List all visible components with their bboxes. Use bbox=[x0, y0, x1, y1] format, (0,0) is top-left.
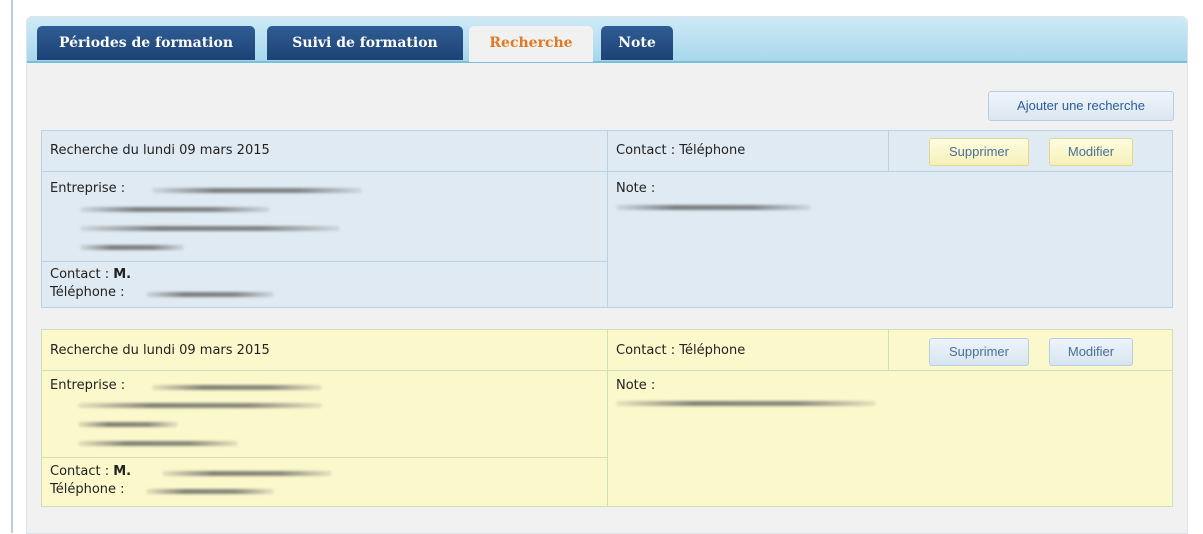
redacted-contact-name bbox=[162, 471, 332, 476]
phone-label: Téléphone : bbox=[50, 285, 125, 300]
contact-label: Contact : bbox=[50, 267, 110, 282]
column-divider bbox=[607, 131, 608, 307]
contact-name: M. bbox=[113, 267, 132, 282]
company-label: Entreprise : bbox=[50, 378, 126, 393]
edit-button[interactable]: Modifier bbox=[1049, 338, 1133, 366]
redacted-note-text bbox=[616, 401, 876, 406]
row-divider bbox=[42, 457, 607, 458]
redacted-phone-number bbox=[146, 292, 274, 297]
search-record-card: Recherche du lundi 09 mars 2015 Contact … bbox=[41, 329, 1173, 507]
tab-periodes-de-formation[interactable]: Périodes de formation bbox=[37, 26, 255, 60]
contact-mode: Contact : Téléphone bbox=[616, 343, 746, 358]
column-divider bbox=[888, 131, 889, 171]
record-title: Recherche du lundi 09 mars 2015 bbox=[50, 143, 270, 158]
company-label: Entreprise : bbox=[50, 181, 126, 196]
tab-recherche[interactable]: Recherche bbox=[469, 26, 593, 62]
delete-button[interactable]: Supprimer bbox=[929, 138, 1029, 166]
redacted-phone-number bbox=[146, 489, 274, 494]
research-panel: Périodes de formation Suivi de formation… bbox=[26, 16, 1188, 534]
edit-button[interactable]: Modifier bbox=[1049, 138, 1133, 166]
column-divider bbox=[607, 330, 608, 506]
redacted-address-line bbox=[80, 226, 340, 231]
redacted-address-line bbox=[78, 403, 322, 408]
redacted-company-name bbox=[152, 385, 322, 390]
column-divider bbox=[888, 330, 889, 370]
redacted-address-line bbox=[80, 245, 184, 250]
redacted-address-line bbox=[78, 441, 238, 446]
redacted-note-text bbox=[616, 205, 811, 210]
record-title: Recherche du lundi 09 mars 2015 bbox=[50, 343, 270, 358]
add-search-button[interactable]: Ajouter une recherche bbox=[988, 91, 1174, 121]
redacted-address-line bbox=[78, 422, 178, 427]
contact-line: Contact : M. bbox=[50, 464, 131, 479]
note-label: Note : bbox=[616, 378, 656, 393]
phone-label: Téléphone : bbox=[50, 482, 125, 497]
tab-note[interactable]: Note bbox=[601, 26, 673, 60]
search-record-card: Recherche du lundi 09 mars 2015 Contact … bbox=[41, 130, 1173, 308]
page-left-border bbox=[11, 0, 13, 533]
note-label: Note : bbox=[616, 181, 656, 196]
tab-suivi-de-formation[interactable]: Suivi de formation bbox=[267, 26, 463, 60]
redacted-address-line bbox=[80, 207, 270, 212]
contact-label: Contact : bbox=[50, 464, 110, 479]
row-divider bbox=[42, 261, 607, 262]
contact-mode: Contact : Téléphone bbox=[616, 143, 746, 158]
contact-name: M. bbox=[113, 464, 132, 479]
redacted-company-name bbox=[152, 188, 362, 193]
contact-line: Contact : M. bbox=[50, 267, 131, 282]
tab-bar: Périodes de formation Suivi de formation… bbox=[27, 17, 1187, 63]
delete-button[interactable]: Supprimer bbox=[929, 338, 1029, 366]
